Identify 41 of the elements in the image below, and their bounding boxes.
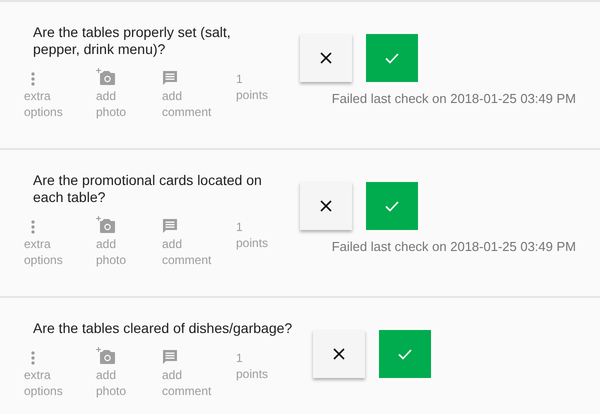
comment-icon (162, 218, 178, 234)
status-text: Failed last check on 2018-01-25 03:49 PM (332, 238, 576, 256)
points-label: points (236, 366, 268, 382)
action-button[interactable]: extra options (24, 68, 96, 120)
fail-button[interactable] (313, 330, 365, 378)
pass-button[interactable] (366, 34, 418, 82)
question-text: Are the promotional cards located on each table? (32, 172, 263, 206)
pass-button[interactable] (366, 182, 418, 230)
more-vertical-icon (31, 351, 35, 365)
check-icon (398, 348, 412, 360)
status-text: Failed last check on 2018-01-25 03:49 PM (332, 90, 576, 108)
check-icon (384, 200, 399, 212)
action-button[interactable]: add comment (162, 68, 236, 120)
fail-button[interactable] (300, 182, 352, 230)
points-value: 1 (236, 219, 244, 235)
action-button[interactable]: add comment (162, 216, 236, 268)
points-label: points (236, 87, 268, 103)
question-text: Are the tables cleared of dishes/garbage? (32, 320, 294, 337)
points-value: 1 (236, 71, 244, 87)
more-vertical-icon (31, 72, 35, 86)
action-button[interactable]: add comment (162, 347, 236, 399)
action-button[interactable]: extra options (24, 216, 96, 268)
close-icon (320, 200, 332, 212)
add-photo-icon (96, 68, 116, 86)
close-icon (333, 348, 345, 360)
action-button[interactable]: add photo (96, 347, 162, 399)
points-label: points (236, 235, 268, 251)
close-icon (320, 52, 332, 64)
check-icon (384, 52, 399, 64)
comment-icon (162, 349, 178, 365)
action-button[interactable]: extra options (24, 347, 96, 399)
action-button[interactable]: add photo (96, 68, 162, 120)
fail-button[interactable] (300, 34, 352, 82)
action-button[interactable]: add photo (96, 216, 162, 268)
question-text: Are the tables properly set (salt, pepper, drink menu)? (32, 24, 232, 58)
add-photo-icon (96, 216, 116, 234)
add-photo-icon (96, 347, 116, 365)
more-vertical-icon (31, 220, 35, 234)
points-value: 1 (236, 350, 244, 366)
pass-button[interactable] (379, 330, 431, 378)
comment-icon (162, 70, 178, 86)
